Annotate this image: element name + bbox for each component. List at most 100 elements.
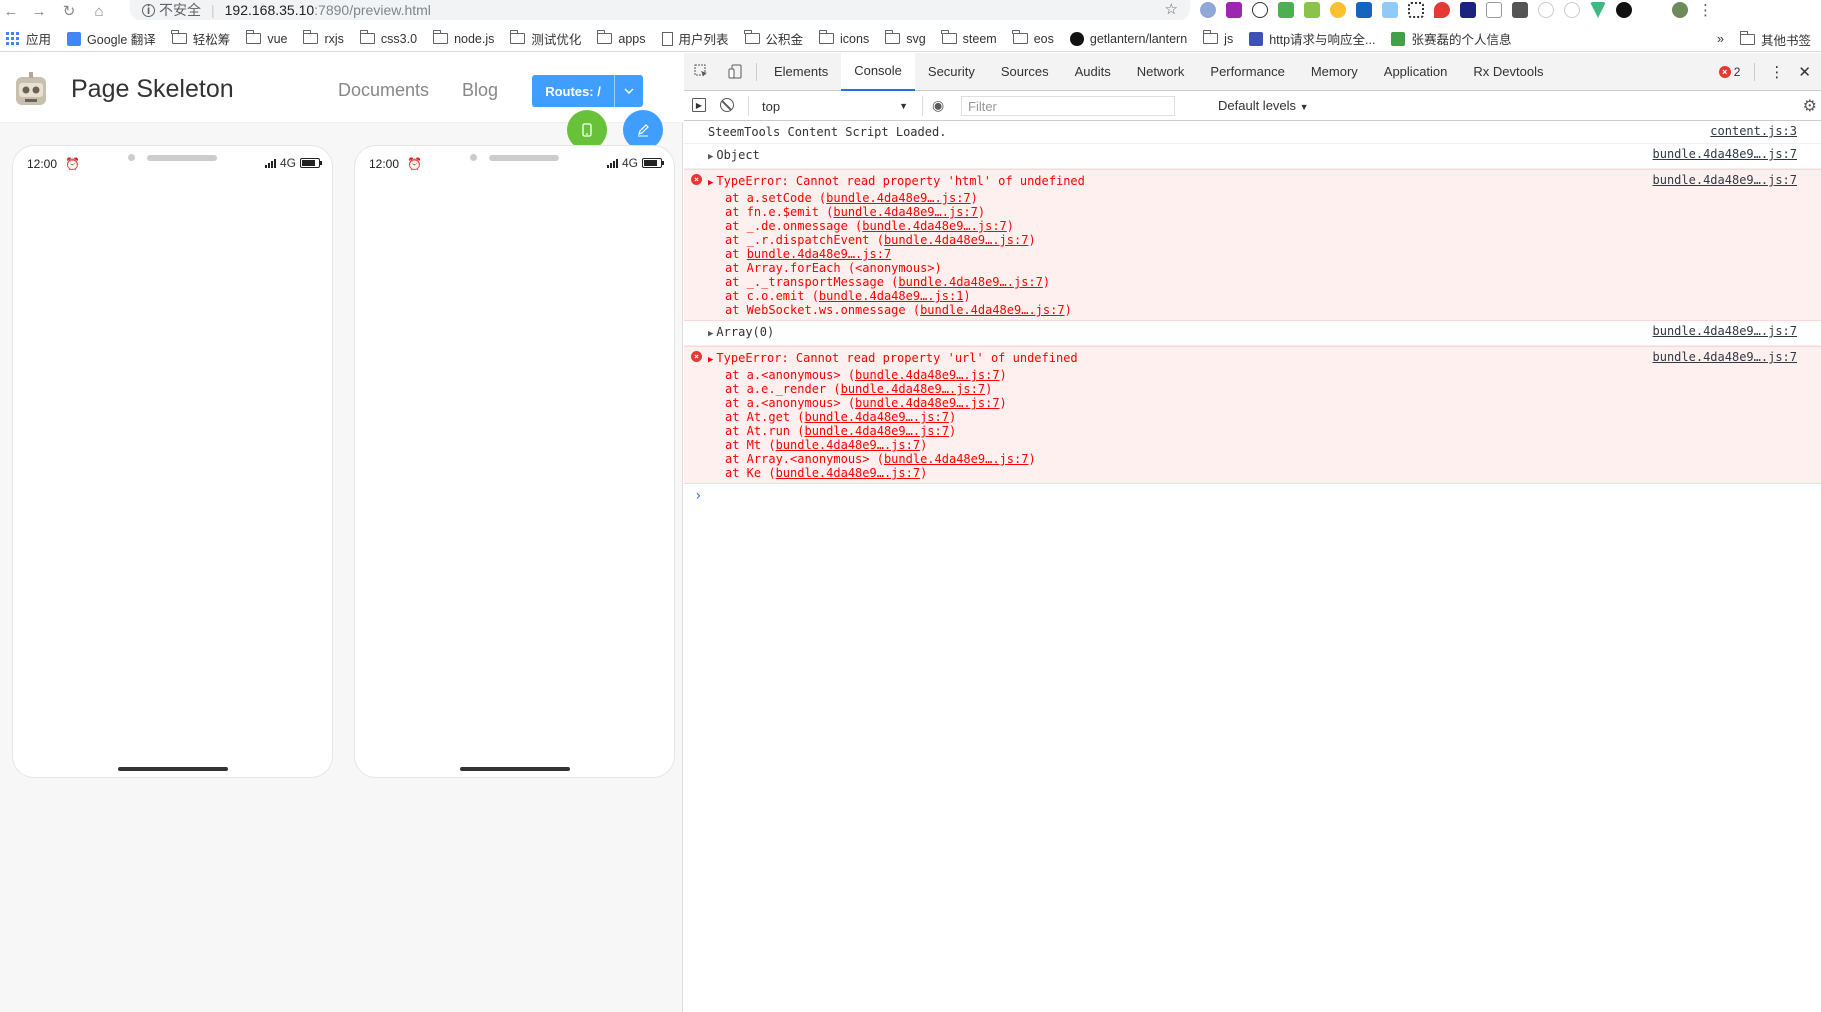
bookmark-item[interactable]: getlantern/lantern <box>1069 31 1187 46</box>
bookmark-item[interactable]: svg <box>884 30 926 46</box>
frame-link[interactable]: bundle.4da48e9….js:7 <box>841 382 986 396</box>
bookmark-item[interactable]: 应用 <box>6 29 51 48</box>
chevron-down-icon[interactable] <box>614 75 643 107</box>
tab-memory[interactable]: Memory <box>1298 53 1371 91</box>
tab-sources[interactable]: Sources <box>988 53 1062 91</box>
frame-link[interactable]: bundle.4da48e9….js:7 <box>855 396 1000 410</box>
reload-icon[interactable]: ↻ <box>58 1 80 21</box>
tab-security[interactable]: Security <box>915 53 988 91</box>
inspect-element-icon[interactable] <box>684 53 718 91</box>
bookmark-item[interactable]: 测试优化 <box>509 29 581 48</box>
frame-link[interactable]: bundle.4da48e9….js:7 <box>862 219 1007 233</box>
context-select[interactable]: top ▼ <box>760 97 912 115</box>
bookmark-item[interactable]: Google 翻译 <box>67 29 156 48</box>
more-bookmarks-button[interactable]: » <box>1717 32 1724 46</box>
frame-link[interactable]: bundle.4da48e9….js:7 <box>826 191 971 205</box>
vue-devtools-icon[interactable] <box>1590 2 1606 18</box>
other-bookmarks-folder[interactable]: 其他书签 <box>1739 30 1811 49</box>
extension-icon[interactable] <box>1486 2 1502 18</box>
frame-link[interactable]: bundle.4da48e9….js:7 <box>920 303 1065 317</box>
tab-console[interactable]: Console <box>841 52 915 91</box>
frame-link[interactable]: bundle.4da48e9….js:7 <box>884 233 1029 247</box>
bookmark-item[interactable]: steem <box>941 30 997 46</box>
source-link[interactable]: bundle.4da48e9….js:7 <box>1653 324 1798 338</box>
expand-triangle-icon[interactable]: ▶ <box>708 352 713 368</box>
nav-link-blog[interactable]: Blog <box>462 80 498 101</box>
extension-icon[interactable] <box>1434 2 1450 18</box>
device-toolbar-icon[interactable] <box>718 53 752 91</box>
bookmark-item[interactable]: eos <box>1012 30 1054 46</box>
bookmark-item[interactable]: icons <box>818 30 869 46</box>
bookmark-item[interactable]: 轻松筹 <box>171 29 230 48</box>
extension-icon[interactable] <box>1564 2 1580 18</box>
edit-button[interactable] <box>623 110 663 150</box>
source-link[interactable]: content.js:3 <box>1710 124 1797 138</box>
menu-dots-icon[interactable]: ⋮ <box>1698 1 1713 19</box>
frame-link[interactable]: bundle.4da48e9….js:7 <box>884 452 1029 466</box>
extension-icon[interactable] <box>1226 2 1242 18</box>
settings-gear-icon[interactable]: ⚙ <box>1803 96 1817 116</box>
extension-icon[interactable] <box>1200 2 1216 18</box>
log-levels-select[interactable]: Default levels ▼ <box>1218 98 1309 113</box>
source-link[interactable]: bundle.4da48e9….js:7 <box>1653 147 1798 161</box>
extension-icon[interactable] <box>1382 2 1398 18</box>
bookmark-item[interactable]: js <box>1202 30 1233 46</box>
close-icon[interactable]: ✕ <box>1798 63 1811 81</box>
extension-icon[interactable] <box>1512 2 1528 18</box>
back-arrow-icon[interactable]: ← <box>0 1 22 21</box>
home-icon[interactable]: ⌂ <box>88 1 110 21</box>
clear-console-icon[interactable] <box>720 98 734 112</box>
bookmark-item[interactable]: css3.0 <box>359 30 417 46</box>
avatar[interactable] <box>1672 2 1688 18</box>
frame-link[interactable]: bundle.4da48e9….js:7 <box>804 410 949 424</box>
tab-performance[interactable]: Performance <box>1197 53 1297 91</box>
frame-link[interactable]: bundle.4da48e9….js:7 <box>855 368 1000 382</box>
frame-link[interactable]: bundle.4da48e9….js:7 <box>898 275 1043 289</box>
bookmark-item[interactable]: rxjs <box>303 30 344 46</box>
extension-icon[interactable] <box>1538 2 1554 18</box>
bookmark-item[interactable]: 公积金 <box>744 29 803 48</box>
bookmark-item[interactable]: apps <box>596 30 646 46</box>
site-info-button[interactable]: i 不安全 <box>142 0 201 20</box>
eye-icon[interactable]: ◉ <box>932 97 944 114</box>
extension-icon[interactable] <box>1356 2 1372 18</box>
extension-icon[interactable] <box>1278 2 1294 18</box>
bookmark-item[interactable]: 张赛磊的个人信息 <box>1391 29 1512 48</box>
routes-dropdown-button[interactable]: Routes: / <box>532 75 643 107</box>
frame-link[interactable]: bundle.4da48e9….js:7 <box>804 424 949 438</box>
bookmark-item[interactable]: vue <box>245 30 287 46</box>
frame-link[interactable]: bundle.4da48e9….js:1 <box>819 289 964 303</box>
tab-application[interactable]: Application <box>1371 53 1461 91</box>
expand-triangle-icon[interactable]: ▶ <box>708 326 713 342</box>
address-bar[interactable]: i 不安全 | 192.168.35.10:7890/preview.html … <box>130 0 1190 20</box>
expand-triangle-icon[interactable]: ▶ <box>708 149 713 165</box>
forward-arrow-icon[interactable]: → <box>28 1 50 21</box>
expand-triangle-icon[interactable]: ▶ <box>708 175 713 191</box>
console-filter-input[interactable]: Filter <box>961 96 1175 116</box>
frame-link[interactable]: bundle.4da48e9….js:7 <box>747 247 892 261</box>
mobile-preview-button[interactable] <box>567 110 607 150</box>
bookmark-star-icon[interactable]: ☆ <box>1165 0 1178 18</box>
frame-link[interactable]: bundle.4da48e9….js:7 <box>776 438 921 452</box>
console-prompt[interactable]: › <box>684 484 1821 504</box>
frame-link[interactable]: bundle.4da48e9….js:7 <box>776 466 921 480</box>
nav-link-documents[interactable]: Documents <box>338 80 429 101</box>
kebab-menu-icon[interactable]: ⋮ <box>1769 63 1784 81</box>
tab-network[interactable]: Network <box>1124 53 1198 91</box>
bookmark-item[interactable]: http请求与响应全... <box>1249 29 1375 48</box>
source-link[interactable]: bundle.4da48e9….js:7 <box>1653 173 1798 187</box>
bookmark-item[interactable]: 用户列表 <box>661 29 729 48</box>
extension-icon[interactable] <box>1330 2 1346 18</box>
tab-elements[interactable]: Elements <box>761 53 841 91</box>
extension-icon[interactable] <box>1460 2 1476 18</box>
extension-icon[interactable] <box>1616 2 1632 18</box>
source-link[interactable]: bundle.4da48e9….js:7 <box>1653 350 1798 364</box>
error-count-badge[interactable]: × 2 <box>1718 65 1740 79</box>
qr-code-icon[interactable] <box>1408 2 1424 18</box>
extension-icon[interactable] <box>1304 2 1320 18</box>
frame-link[interactable]: bundle.4da48e9….js:7 <box>833 205 978 219</box>
sidebar-toggle-icon[interactable]: ▶ <box>692 98 706 112</box>
bookmark-item[interactable]: node.js <box>432 30 494 46</box>
tab-rx-devtools[interactable]: Rx Devtools <box>1460 53 1556 91</box>
tab-audits[interactable]: Audits <box>1062 53 1124 91</box>
